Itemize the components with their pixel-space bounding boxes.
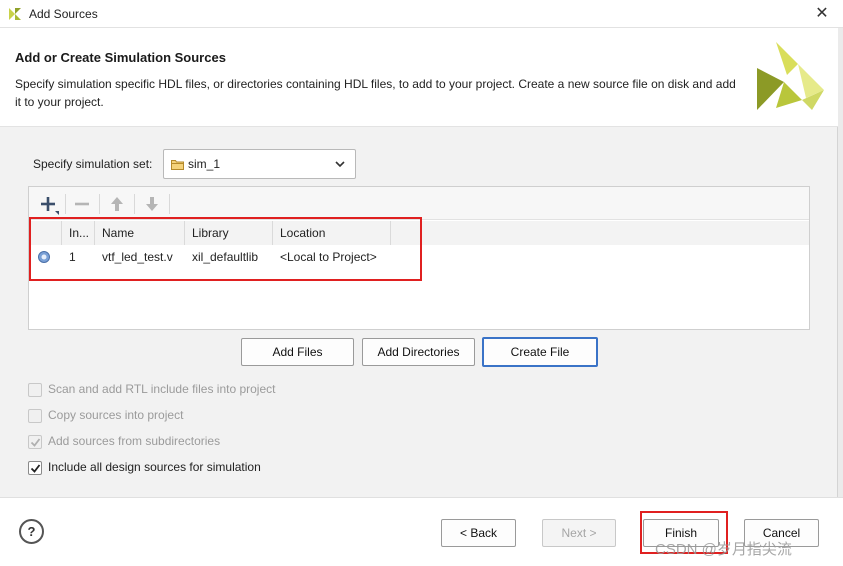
column-header-name[interactable]: Name (95, 221, 185, 245)
move-up-icon[interactable] (106, 193, 128, 215)
add-directories-button[interactable]: Add Directories (362, 338, 475, 366)
simset-value: sim_1 (188, 157, 221, 171)
option-label: Scan and add RTL include files into proj… (48, 382, 276, 396)
checkmark-icon (30, 438, 41, 447)
xilinx-logo-icon (9, 8, 21, 20)
toolbar-divider (99, 194, 100, 214)
table-header: In... Name Library Location (29, 221, 809, 245)
row-index: 1 (69, 250, 76, 264)
wizard-header: Add or Create Simulation Sources Specify… (0, 28, 843, 126)
create-file-button[interactable]: Create File (482, 337, 598, 367)
checkmark-icon (30, 464, 41, 473)
wizard-content: Specify simulation set: sim_1 In... Name… (0, 127, 838, 497)
checkbox[interactable] (28, 435, 42, 449)
window-title: Add Sources (29, 7, 98, 21)
close-icon[interactable]: ✕ (813, 5, 831, 23)
page-description: Specify simulation specific HDL files, o… (15, 77, 736, 109)
option-label: Add sources from subdirectories (48, 434, 221, 448)
add-icon[interactable] (37, 193, 59, 215)
watermark: CSDN @岁月指尖流 (655, 541, 792, 558)
verilog-file-icon (38, 251, 50, 263)
simset-dropdown[interactable]: sim_1 (163, 149, 356, 179)
folder-icon (171, 160, 184, 170)
column-header-library[interactable]: Library (185, 221, 273, 245)
column-header-location[interactable]: Location (273, 221, 391, 245)
remove-icon[interactable] (71, 193, 93, 215)
chevron-down-icon (335, 161, 345, 168)
page-title: Add or Create Simulation Sources (15, 50, 226, 65)
next-button[interactable]: Next > (542, 519, 616, 547)
toolbar-divider (169, 194, 170, 214)
checkbox[interactable] (28, 409, 42, 423)
window-edge (838, 28, 843, 566)
help-icon[interactable]: ? (19, 519, 44, 544)
option-label: Include all design sources for simulatio… (48, 460, 261, 474)
xilinx-logo-icon (757, 42, 824, 110)
toolbar-divider (134, 194, 135, 214)
row-library: xil_defaultlib (192, 250, 259, 264)
sources-table-panel: In... Name Library Location 1 vtf_led_te… (28, 186, 810, 330)
move-down-icon[interactable] (141, 193, 163, 215)
add-files-button[interactable]: Add Files (241, 338, 354, 366)
toolbar-divider (65, 194, 66, 214)
title-bar: Add Sources ✕ (0, 0, 843, 28)
column-header-index[interactable]: In... (62, 221, 95, 245)
column-header-icon (29, 221, 62, 245)
row-location: <Local to Project> (280, 250, 377, 264)
option-label: Copy sources into project (48, 408, 184, 422)
table-toolbar (29, 187, 809, 220)
checkbox[interactable] (28, 461, 42, 475)
row-icon-cell (29, 245, 62, 269)
wizard-footer: ? < Back Next > Finish Cancel CSDN @岁月指尖… (0, 497, 843, 566)
simset-label: Specify simulation set: (33, 157, 153, 171)
back-button[interactable]: < Back (441, 519, 516, 547)
checkbox[interactable] (28, 383, 42, 397)
row-name: vtf_led_test.v (102, 250, 173, 264)
table-row[interactable]: 1 vtf_led_test.v xil_defaultlib <Local t… (29, 245, 809, 269)
